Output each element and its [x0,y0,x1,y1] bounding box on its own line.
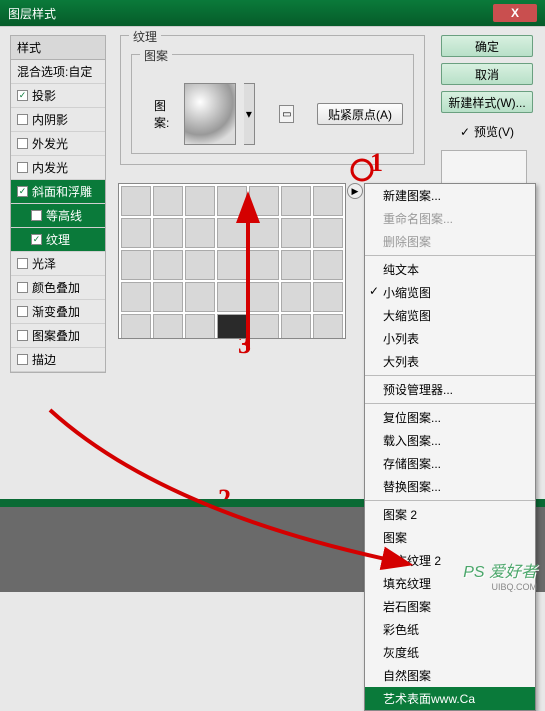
menu-item: 删除图案 [365,230,535,253]
styles-sidebar: 样式 混合选项:自定 ✓投影内阴影外发光内发光✓斜面和浮雕等高线✓纹理光泽颜色叠… [10,35,106,373]
sidebar-item-7[interactable]: 光泽 [11,252,105,276]
sidebar-item-1[interactable]: 内阴影 [11,108,105,132]
sidebar-item-6[interactable]: ✓纹理 [11,228,105,252]
pattern-dropdown[interactable]: ▾ [244,83,256,145]
checkbox[interactable] [31,210,42,221]
watermark-url: UIBQ.COM [491,582,537,592]
right-panel: 确定 取消 新建样式(W)... ✓ 预览(V) [441,35,533,206]
sidebar-item-2[interactable]: 外发光 [11,132,105,156]
checkbox[interactable] [17,138,28,149]
arrow-2 [40,400,420,580]
menu-item[interactable]: 大列表 [365,350,535,373]
checkbox[interactable] [17,330,28,341]
watermark: PS 爱好者 [463,558,537,582]
checkbox[interactable] [17,306,28,317]
new-style-button[interactable]: 新建样式(W)... [441,91,533,113]
preview-toggle[interactable]: ✓ 预览(V) [441,123,533,140]
sidebar-item-4[interactable]: ✓斜面和浮雕 [11,180,105,204]
blend-options-row[interactable]: 混合选项:自定 [11,60,105,84]
sidebar-item-10[interactable]: 图案叠加 [11,324,105,348]
checkbox[interactable] [17,162,28,173]
menu-item[interactable]: 预设管理器... [365,378,535,401]
checkbox[interactable]: ✓ [31,234,42,245]
ok-button[interactable]: 确定 [441,35,533,57]
texture-group: 纹理 图案 图案: ▾ ▭ 贴紧原点(A) [120,35,425,165]
title-text: 图层样式 [8,5,493,22]
circle-1 [350,158,374,182]
menu-item[interactable]: 自然图案 [365,664,535,687]
cancel-button[interactable]: 取消 [441,63,533,85]
sidebar-item-8[interactable]: 颜色叠加 [11,276,105,300]
sidebar-item-0[interactable]: ✓投影 [11,84,105,108]
checkbox[interactable] [17,114,28,125]
menu-item[interactable]: 艺术表面www.Ca [365,687,535,710]
sidebar-item-3[interactable]: 内发光 [11,156,105,180]
menu-item[interactable]: 纯文本 [365,258,535,281]
sidebar-item-11[interactable]: 描边 [11,348,105,372]
pattern-label: 图案: [154,97,176,131]
texture-group-label: 纹理 [129,28,161,45]
checkbox[interactable] [17,282,28,293]
checkbox[interactable]: ✓ [17,186,28,197]
checkbox[interactable]: ✓ [17,90,28,101]
menu-item[interactable]: 小列表 [365,327,535,350]
preview-checkbox[interactable]: ✓ [460,125,470,139]
close-button[interactable]: X [493,4,537,22]
menu-item[interactable]: ✓小缩览图 [365,281,535,304]
sidebar-header: 样式 [11,36,105,60]
checkbox[interactable] [17,258,28,269]
checkbox[interactable] [17,354,28,365]
new-pattern-icon[interactable]: ▭ [279,105,294,123]
snap-origin-button[interactable]: 贴紧原点(A) [317,103,403,125]
pattern-group: 图案 图案: ▾ ▭ 贴紧原点(A) [131,54,414,154]
menu-item[interactable]: 岩石图案 [365,595,535,618]
arrow-3 [118,185,358,365]
menu-item[interactable]: 彩色纸 [365,618,535,641]
pattern-group-label: 图案 [140,47,172,64]
menu-item[interactable]: 灰度纸 [365,641,535,664]
pattern-preview[interactable] [184,83,235,145]
menu-item: 重命名图案... [365,207,535,230]
sidebar-item-9[interactable]: 渐变叠加 [11,300,105,324]
sidebar-item-5[interactable]: 等高线 [11,204,105,228]
menu-item[interactable]: 大缩览图 [365,304,535,327]
title-bar: 图层样式 X [0,0,545,26]
menu-item[interactable]: 新建图案... [365,184,535,207]
